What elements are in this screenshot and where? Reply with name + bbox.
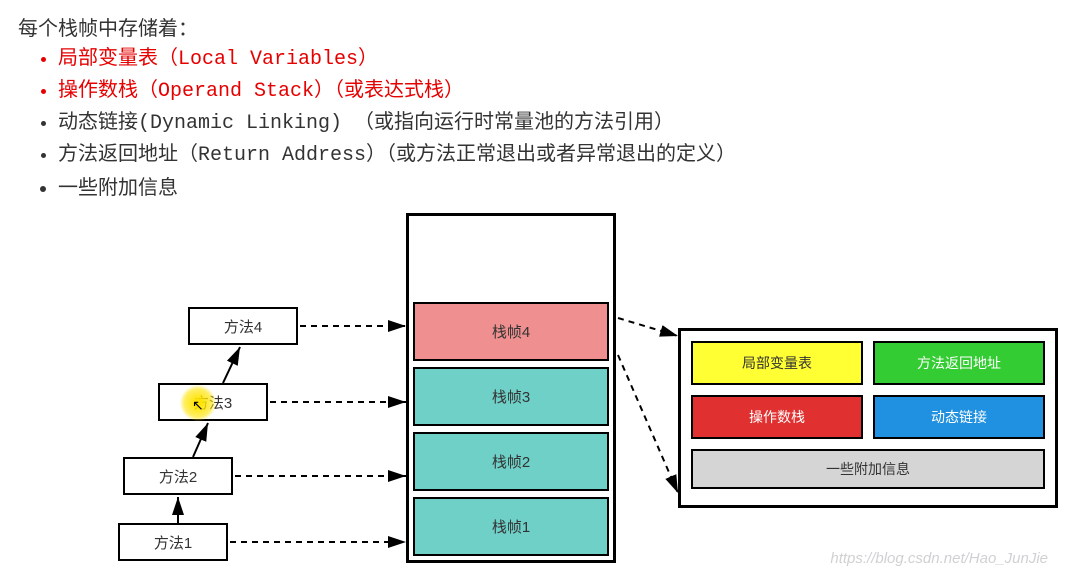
detail-extra: 一些附加信息 xyxy=(691,449,1045,489)
bullet-dynamic-link: 动态链接(Dynamic Linking) （或指向运行时常量池的方法引用） xyxy=(58,109,1067,139)
stack-container: 栈帧4 栈帧3 栈帧2 栈帧1 xyxy=(406,213,616,563)
watermark: https://blog.csdn.net/Hao_JunJie xyxy=(830,550,1048,567)
bullet-operand: 操作数栈（Operand Stack）（或表达式栈） xyxy=(58,77,1067,107)
detail-operand: 操作数栈 xyxy=(691,395,863,439)
header-line: 每个栈帧中存储着： xyxy=(18,12,1067,41)
detail-dyn-link: 动态链接 xyxy=(873,395,1045,439)
detail-local-vars: 局部变量表 xyxy=(691,341,863,385)
stack-empty-space xyxy=(413,220,609,296)
stack-frame-2: 栈帧2 xyxy=(413,432,609,491)
stack-frame-4: 栈帧4 xyxy=(413,302,609,361)
method-2-box: 方法2 xyxy=(123,457,233,495)
method-4-box: 方法4 xyxy=(188,307,298,345)
content-list: 局部变量表（Local Variables） 操作数栈（Operand Stac… xyxy=(18,45,1067,203)
stack-frame-1: 栈帧1 xyxy=(413,497,609,556)
bullet-local-vars: 局部变量表（Local Variables） xyxy=(58,45,1067,75)
method-1-box: 方法1 xyxy=(118,523,228,561)
bullet-extra: 一些附加信息 xyxy=(58,173,1067,203)
diagram: 方法4 方法3 方法2 方法1 ↖ 栈帧4 栈帧3 栈帧2 栈帧1 局部变量表 … xyxy=(18,213,1068,573)
mouse-cursor-icon: ↖ xyxy=(192,397,204,414)
stack-frame-3: 栈帧3 xyxy=(413,367,609,426)
bullet-return-addr: 方法返回地址（Return Address）（或方法正常退出或者异常退出的定义） xyxy=(58,141,1067,171)
detail-return-addr: 方法返回地址 xyxy=(873,341,1045,385)
frame-detail-box: 局部变量表 方法返回地址 操作数栈 动态链接 一些附加信息 xyxy=(678,328,1058,508)
